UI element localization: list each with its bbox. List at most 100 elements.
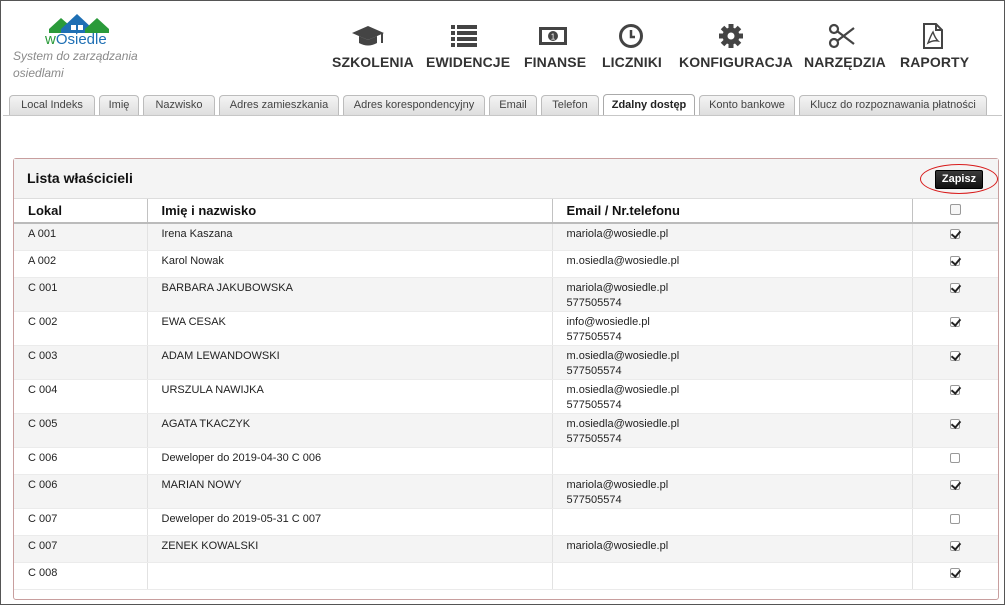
lokal-value: C 004 bbox=[28, 383, 58, 396]
remote-access-checkbox[interactable] bbox=[950, 418, 961, 429]
pdf-file-icon bbox=[923, 23, 943, 49]
table-body: A 001 Irena Kaszana mariola@wosiedle.pl A 0… bbox=[14, 223, 998, 590]
column-header-select-all bbox=[912, 199, 998, 224]
cell-lokal: C 007 bbox=[14, 508, 148, 536]
owner-email: m.osiedla@wosiedle.pl bbox=[566, 254, 680, 267]
remote-access-checkbox[interactable] bbox=[950, 316, 961, 327]
cell-contact: m.osiedla@wosiedle.pl 577505574 bbox=[552, 379, 913, 414]
cell-name: EWA CESAK bbox=[147, 311, 553, 346]
lokal-value: C 003 bbox=[28, 349, 58, 362]
owner-phone: 577505574 bbox=[566, 330, 622, 343]
cell-contact: m.osiedla@wosiedle.pl 577505574 bbox=[552, 345, 913, 380]
tab-telefon[interactable]: Telefon bbox=[541, 95, 599, 115]
tab-adres-korespondencyjny[interactable]: Adres korespondencyjny bbox=[343, 95, 485, 115]
owners-panel: Lista właścicieli Zapisz Lokal Imię i na… bbox=[13, 158, 999, 600]
cell-name bbox=[147, 562, 553, 590]
nav-item-narzedzia[interactable]: NARZĘDZIA bbox=[804, 23, 886, 70]
cell-lokal: C 008 bbox=[14, 562, 148, 590]
cell-contact: mariola@wosiedle.pl bbox=[552, 535, 913, 563]
remote-access-checkbox[interactable] bbox=[950, 350, 961, 361]
cell-contact: mariola@wosiedle.pl 577505574 bbox=[552, 474, 913, 509]
tab-konto-bankowe[interactable]: Konto bankowe bbox=[699, 95, 795, 115]
remote-access-checkbox[interactable] bbox=[950, 452, 961, 463]
tab-email[interactable]: Email bbox=[489, 95, 537, 115]
column-header-email-phone[interactable]: Email / Nr.telefonu bbox=[552, 199, 913, 224]
remote-access-checkbox[interactable] bbox=[950, 282, 961, 293]
cell-name: MARIAN NOWY bbox=[147, 474, 553, 509]
cell-access bbox=[912, 345, 998, 380]
remote-access-checkbox[interactable] bbox=[950, 567, 961, 578]
nav-label: RAPORTY bbox=[900, 54, 970, 70]
nav-label: SZKOLENIA bbox=[332, 54, 414, 70]
remote-access-checkbox[interactable] bbox=[950, 513, 961, 524]
owner-email: mariola@wosiedle.pl bbox=[566, 281, 669, 294]
cell-contact bbox=[552, 447, 913, 475]
nav-label: NARZĘDZIA bbox=[804, 54, 886, 70]
tab-klucz-do-rozpoznawania-platnosci[interactable]: Klucz do rozpoznawania płatności bbox=[799, 95, 987, 115]
owner-phone: 577505574 bbox=[566, 398, 622, 411]
column-header-name[interactable]: Imię i nazwisko bbox=[147, 199, 553, 224]
nav-item-konfiguracja[interactable]: KONFIGURACJA bbox=[679, 23, 793, 70]
save-button[interactable]: Zapisz bbox=[935, 170, 983, 189]
cell-name: BARBARA JAKUBOWSKA bbox=[147, 277, 553, 312]
cell-access bbox=[912, 508, 998, 536]
owner-email: mariola@wosiedle.pl bbox=[566, 539, 669, 552]
tab-nazwisko[interactable]: Nazwisko bbox=[143, 95, 215, 115]
table-row: A 001 Irena Kaszana mariola@wosiedle.pl bbox=[14, 223, 998, 251]
svg-text:1: 1 bbox=[551, 33, 556, 42]
cell-lokal: C 006 bbox=[14, 474, 148, 509]
nav-label: FINANSE bbox=[524, 54, 587, 70]
lokal-value: C 005 bbox=[28, 417, 58, 430]
owner-name: URSZULA NAWIJKA bbox=[161, 383, 264, 396]
cell-contact: m.osiedla@wosiedle.pl bbox=[552, 250, 913, 278]
cell-name: URSZULA NAWIJKA bbox=[147, 379, 553, 414]
table-row: C 005 AGATA TKACZYK m.osiedla@wosiedle.pl 5… bbox=[14, 413, 998, 448]
cell-contact: m.osiedla@wosiedle.pl 577505574 bbox=[552, 413, 913, 448]
table-row: C 007 Deweloper do 2019-05-31 C 007 bbox=[14, 508, 998, 536]
cell-access bbox=[912, 474, 998, 509]
cell-access bbox=[912, 535, 998, 563]
owner-email: info@wosiedle.pl bbox=[566, 315, 650, 328]
owner-email: m.osiedla@wosiedle.pl bbox=[566, 417, 680, 430]
remote-access-checkbox[interactable] bbox=[950, 255, 961, 266]
nav-item-liczniki[interactable]: LICZNIKI bbox=[602, 23, 662, 70]
lokal-value: C 007 bbox=[28, 539, 58, 552]
remote-access-checkbox[interactable] bbox=[950, 229, 961, 239]
nav-item-ewidencje[interactable]: EWIDENCJE bbox=[426, 23, 510, 70]
lokal-value: C 008 bbox=[28, 566, 58, 579]
scissors-icon bbox=[828, 23, 855, 49]
remote-access-checkbox[interactable] bbox=[950, 479, 961, 490]
tab-local-indeks[interactable]: Local Indeks bbox=[9, 95, 95, 115]
panel-header: Lista właścicieli Zapisz bbox=[14, 159, 998, 199]
tab-adres-zamieszkania[interactable]: Adres zamieszkania bbox=[219, 95, 339, 115]
owner-name: Irena Kaszana bbox=[161, 228, 233, 240]
table-row: C 002 EWA CESAK info@wosiedle.pl 577505574 bbox=[14, 311, 998, 346]
cell-contact: mariola@wosiedle.pl 577505574 bbox=[552, 277, 913, 312]
list-icon bbox=[451, 25, 477, 47]
lokal-value: C 001 bbox=[28, 281, 58, 294]
cell-access bbox=[912, 311, 998, 346]
table-row: C 007 ZENEK KOWALSKI mariola@wosiedle.pl bbox=[14, 535, 998, 563]
nav-item-szkolenia[interactable]: SZKOLENIA bbox=[332, 23, 414, 70]
owner-name: MARIAN NOWY bbox=[161, 478, 242, 491]
lokal-value: C 006 bbox=[28, 478, 58, 491]
nav-item-raporty[interactable]: RAPORTY bbox=[900, 23, 970, 70]
graduation-cap-icon bbox=[352, 26, 384, 46]
select-all-checkbox[interactable] bbox=[949, 204, 961, 215]
remote-access-checkbox[interactable] bbox=[950, 384, 961, 395]
table-row: C 006 Deweloper do 2019-04-30 C 006 bbox=[14, 447, 998, 475]
remote-access-checkbox[interactable] bbox=[950, 540, 961, 551]
cell-access bbox=[912, 277, 998, 312]
save-highlight: Zapisz bbox=[920, 164, 998, 194]
nav-label: LICZNIKI bbox=[602, 54, 662, 70]
nav-item-finanse[interactable]: 1 FINANSE bbox=[524, 23, 587, 70]
column-header-lokal[interactable]: Lokal bbox=[14, 199, 148, 224]
owner-phone: 577505574 bbox=[566, 364, 622, 377]
owner-phone: 577505574 bbox=[566, 432, 622, 445]
owner-email: m.osiedla@wosiedle.pl bbox=[566, 349, 680, 362]
owner-name: EWA CESAK bbox=[161, 315, 226, 328]
tab-imie[interactable]: Imię bbox=[99, 95, 139, 115]
cell-access bbox=[912, 447, 998, 475]
cell-lokal: A 002 bbox=[14, 250, 148, 278]
tab-zdalny-dostep[interactable]: Zdalny dostęp bbox=[603, 94, 695, 115]
